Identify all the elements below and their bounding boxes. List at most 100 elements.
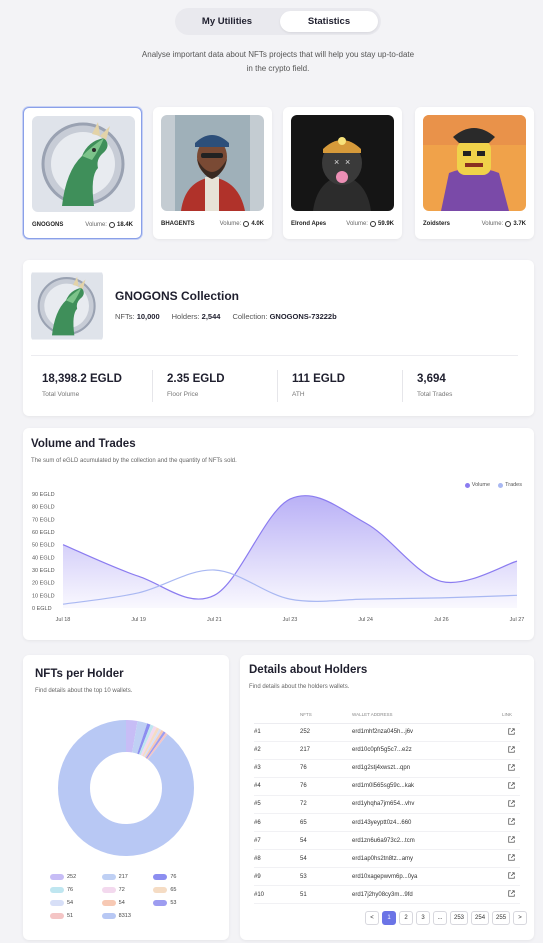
collection-image: × × bbox=[291, 115, 394, 211]
donut-legend-item[interactable]: 54 bbox=[101, 900, 154, 906]
rank-cell: #5 bbox=[254, 795, 300, 814]
link-cell bbox=[502, 777, 520, 796]
collection-image bbox=[161, 115, 264, 211]
page-button[interactable]: 1 bbox=[382, 911, 396, 925]
rank-cell: #7 bbox=[254, 831, 300, 851]
page-ellipsis: ... bbox=[433, 911, 447, 925]
donut-slice[interactable] bbox=[58, 720, 194, 856]
donut-legend-item[interactable]: 252 bbox=[50, 874, 102, 880]
legend-swatch bbox=[101, 900, 116, 906]
column-header bbox=[254, 706, 300, 724]
page-button[interactable]: 254 bbox=[471, 911, 490, 925]
collection-card-elrond-apes[interactable]: × × Elrond Apes Volume: 59.9K bbox=[283, 107, 402, 239]
holders-table: NFTS WALLET ADDRESS LINK #1 252 erd1mhf2nz… bbox=[254, 706, 520, 905]
external-link-icon[interactable] bbox=[507, 890, 515, 898]
table-row: #10 51 erd17j2hy08cy3m...9fd bbox=[254, 885, 520, 905]
donut-legend-item[interactable]: 51 bbox=[50, 913, 102, 919]
donut-title: NFTs per Holder bbox=[35, 668, 124, 680]
donut-legend-item[interactable]: 76 bbox=[50, 887, 102, 893]
table-row: #4 76 erd1m0l565sg59c...kak bbox=[254, 777, 520, 796]
donut-legend-item[interactable]: 54 bbox=[50, 900, 102, 906]
nfts-cell: 53 bbox=[300, 867, 352, 887]
external-link-icon[interactable] bbox=[507, 836, 515, 843]
tab-statistics[interactable]: Statistics bbox=[280, 11, 378, 32]
volume-label: Volume: bbox=[85, 222, 107, 228]
y-tick-label: 80 EGLD bbox=[32, 505, 55, 511]
donut-legend-item[interactable]: 72 bbox=[101, 887, 154, 893]
link-cell bbox=[502, 831, 520, 851]
page-button[interactable]: 255 bbox=[492, 911, 511, 925]
x-tick-label: Jul 21 bbox=[207, 617, 222, 623]
nfts-cell: 65 bbox=[300, 813, 352, 833]
next-page-button[interactable]: > bbox=[513, 911, 528, 925]
nfts-cell: 217 bbox=[300, 741, 352, 760]
donut-legend-item[interactable]: 76 bbox=[153, 874, 205, 880]
external-link-icon[interactable] bbox=[507, 745, 515, 753]
collection-card-zoidsters[interactable]: Zoidsters Volume: 3.7K bbox=[415, 107, 534, 239]
collection-id: GNOGONS-73222b bbox=[269, 312, 337, 321]
stat-label: Floor Price bbox=[167, 391, 199, 398]
legend-swatch bbox=[153, 874, 168, 880]
collection-name: BHAGENTS bbox=[161, 221, 195, 227]
view-tabs: My Utilities Statistics bbox=[175, 8, 381, 35]
legend-label: 53 bbox=[170, 900, 177, 906]
holders-donut-chart bbox=[58, 720, 194, 856]
collection-label: Collection: bbox=[232, 312, 268, 321]
donut-legend-item[interactable]: 8313 bbox=[101, 913, 154, 919]
volume-label: Volume: bbox=[481, 221, 504, 227]
egld-icon bbox=[505, 221, 512, 227]
wallet-address-cell: erd1yhqha7jm654...vhv bbox=[352, 795, 502, 814]
rank-cell: #6 bbox=[254, 813, 300, 833]
svg-text:×: × bbox=[334, 157, 339, 167]
legend-label: 252 bbox=[67, 874, 77, 880]
legend-swatch bbox=[101, 874, 116, 880]
donut-legend-item[interactable]: 53 bbox=[153, 900, 205, 906]
stat-total-trades: 3,694 Total Trades bbox=[417, 373, 527, 398]
collection-volume: 59.9K bbox=[377, 221, 394, 227]
stat-ath: 111 EGLD ATH bbox=[292, 373, 402, 398]
link-cell bbox=[502, 885, 520, 905]
nfts-cell: 252 bbox=[300, 723, 352, 742]
external-link-icon[interactable] bbox=[507, 764, 515, 771]
nfts-cell: 76 bbox=[300, 759, 352, 778]
donut-legend: 252 217 76 76 72 65 54 54 53 51 8313 bbox=[50, 874, 205, 919]
link-cell bbox=[502, 723, 520, 742]
legend-swatch bbox=[50, 874, 64, 880]
collection-image bbox=[32, 116, 135, 212]
external-link-icon[interactable] bbox=[507, 872, 515, 879]
rank-cell: #2 bbox=[254, 741, 300, 760]
prev-page-button[interactable]: < bbox=[365, 911, 379, 925]
donut-legend-item[interactable]: 65 bbox=[153, 887, 205, 893]
collection-thumbnail bbox=[31, 270, 103, 342]
tab-my-utilities[interactable]: My Utilities bbox=[178, 11, 276, 32]
stat-value: 2.35 EGLD bbox=[167, 373, 225, 385]
wallet-address-cell: erd10c0pfr5g5c7...e2z bbox=[352, 741, 502, 760]
y-tick-label: 30 EGLD bbox=[32, 568, 55, 574]
table-row: #9 53 erd10xagepwvm6p...0ya bbox=[254, 867, 520, 887]
external-link-icon[interactable] bbox=[507, 854, 515, 861]
external-link-icon[interactable] bbox=[507, 727, 515, 735]
donut-subtitle: Find details about the top 10 wallets. bbox=[35, 688, 133, 694]
nfts-cell: 54 bbox=[300, 831, 352, 851]
donut-legend-item[interactable]: 217 bbox=[101, 874, 154, 880]
rank-cell: #4 bbox=[254, 777, 300, 796]
table-row: #7 54 erd1zn6u6a973c2...tcm bbox=[254, 831, 520, 851]
volume-area bbox=[63, 495, 517, 608]
legend-swatch bbox=[50, 887, 64, 893]
stat-label: Total Volume bbox=[42, 391, 80, 398]
collection-card-bhagents[interactable]: BHAGENTS Volume: 4.0K bbox=[153, 107, 272, 239]
external-link-icon[interactable] bbox=[507, 800, 515, 807]
legend-label: 76 bbox=[170, 874, 177, 880]
page-button[interactable]: 2 bbox=[399, 911, 413, 925]
column-header: NFTS bbox=[300, 706, 352, 724]
collection-card-gnogons[interactable]: GNOGONS Volume: 18.4K bbox=[23, 107, 142, 239]
details-title: Details about Holders bbox=[249, 664, 368, 676]
legend-swatch bbox=[50, 913, 64, 919]
y-tick-label: 0 EGLD bbox=[32, 606, 52, 612]
volume-label: Volume: bbox=[219, 221, 242, 227]
page-button[interactable]: 3 bbox=[416, 911, 430, 925]
y-tick-label: 50 EGLD bbox=[32, 543, 55, 549]
external-link-icon[interactable] bbox=[507, 818, 515, 825]
external-link-icon[interactable] bbox=[507, 782, 515, 789]
page-button[interactable]: 253 bbox=[450, 911, 469, 925]
